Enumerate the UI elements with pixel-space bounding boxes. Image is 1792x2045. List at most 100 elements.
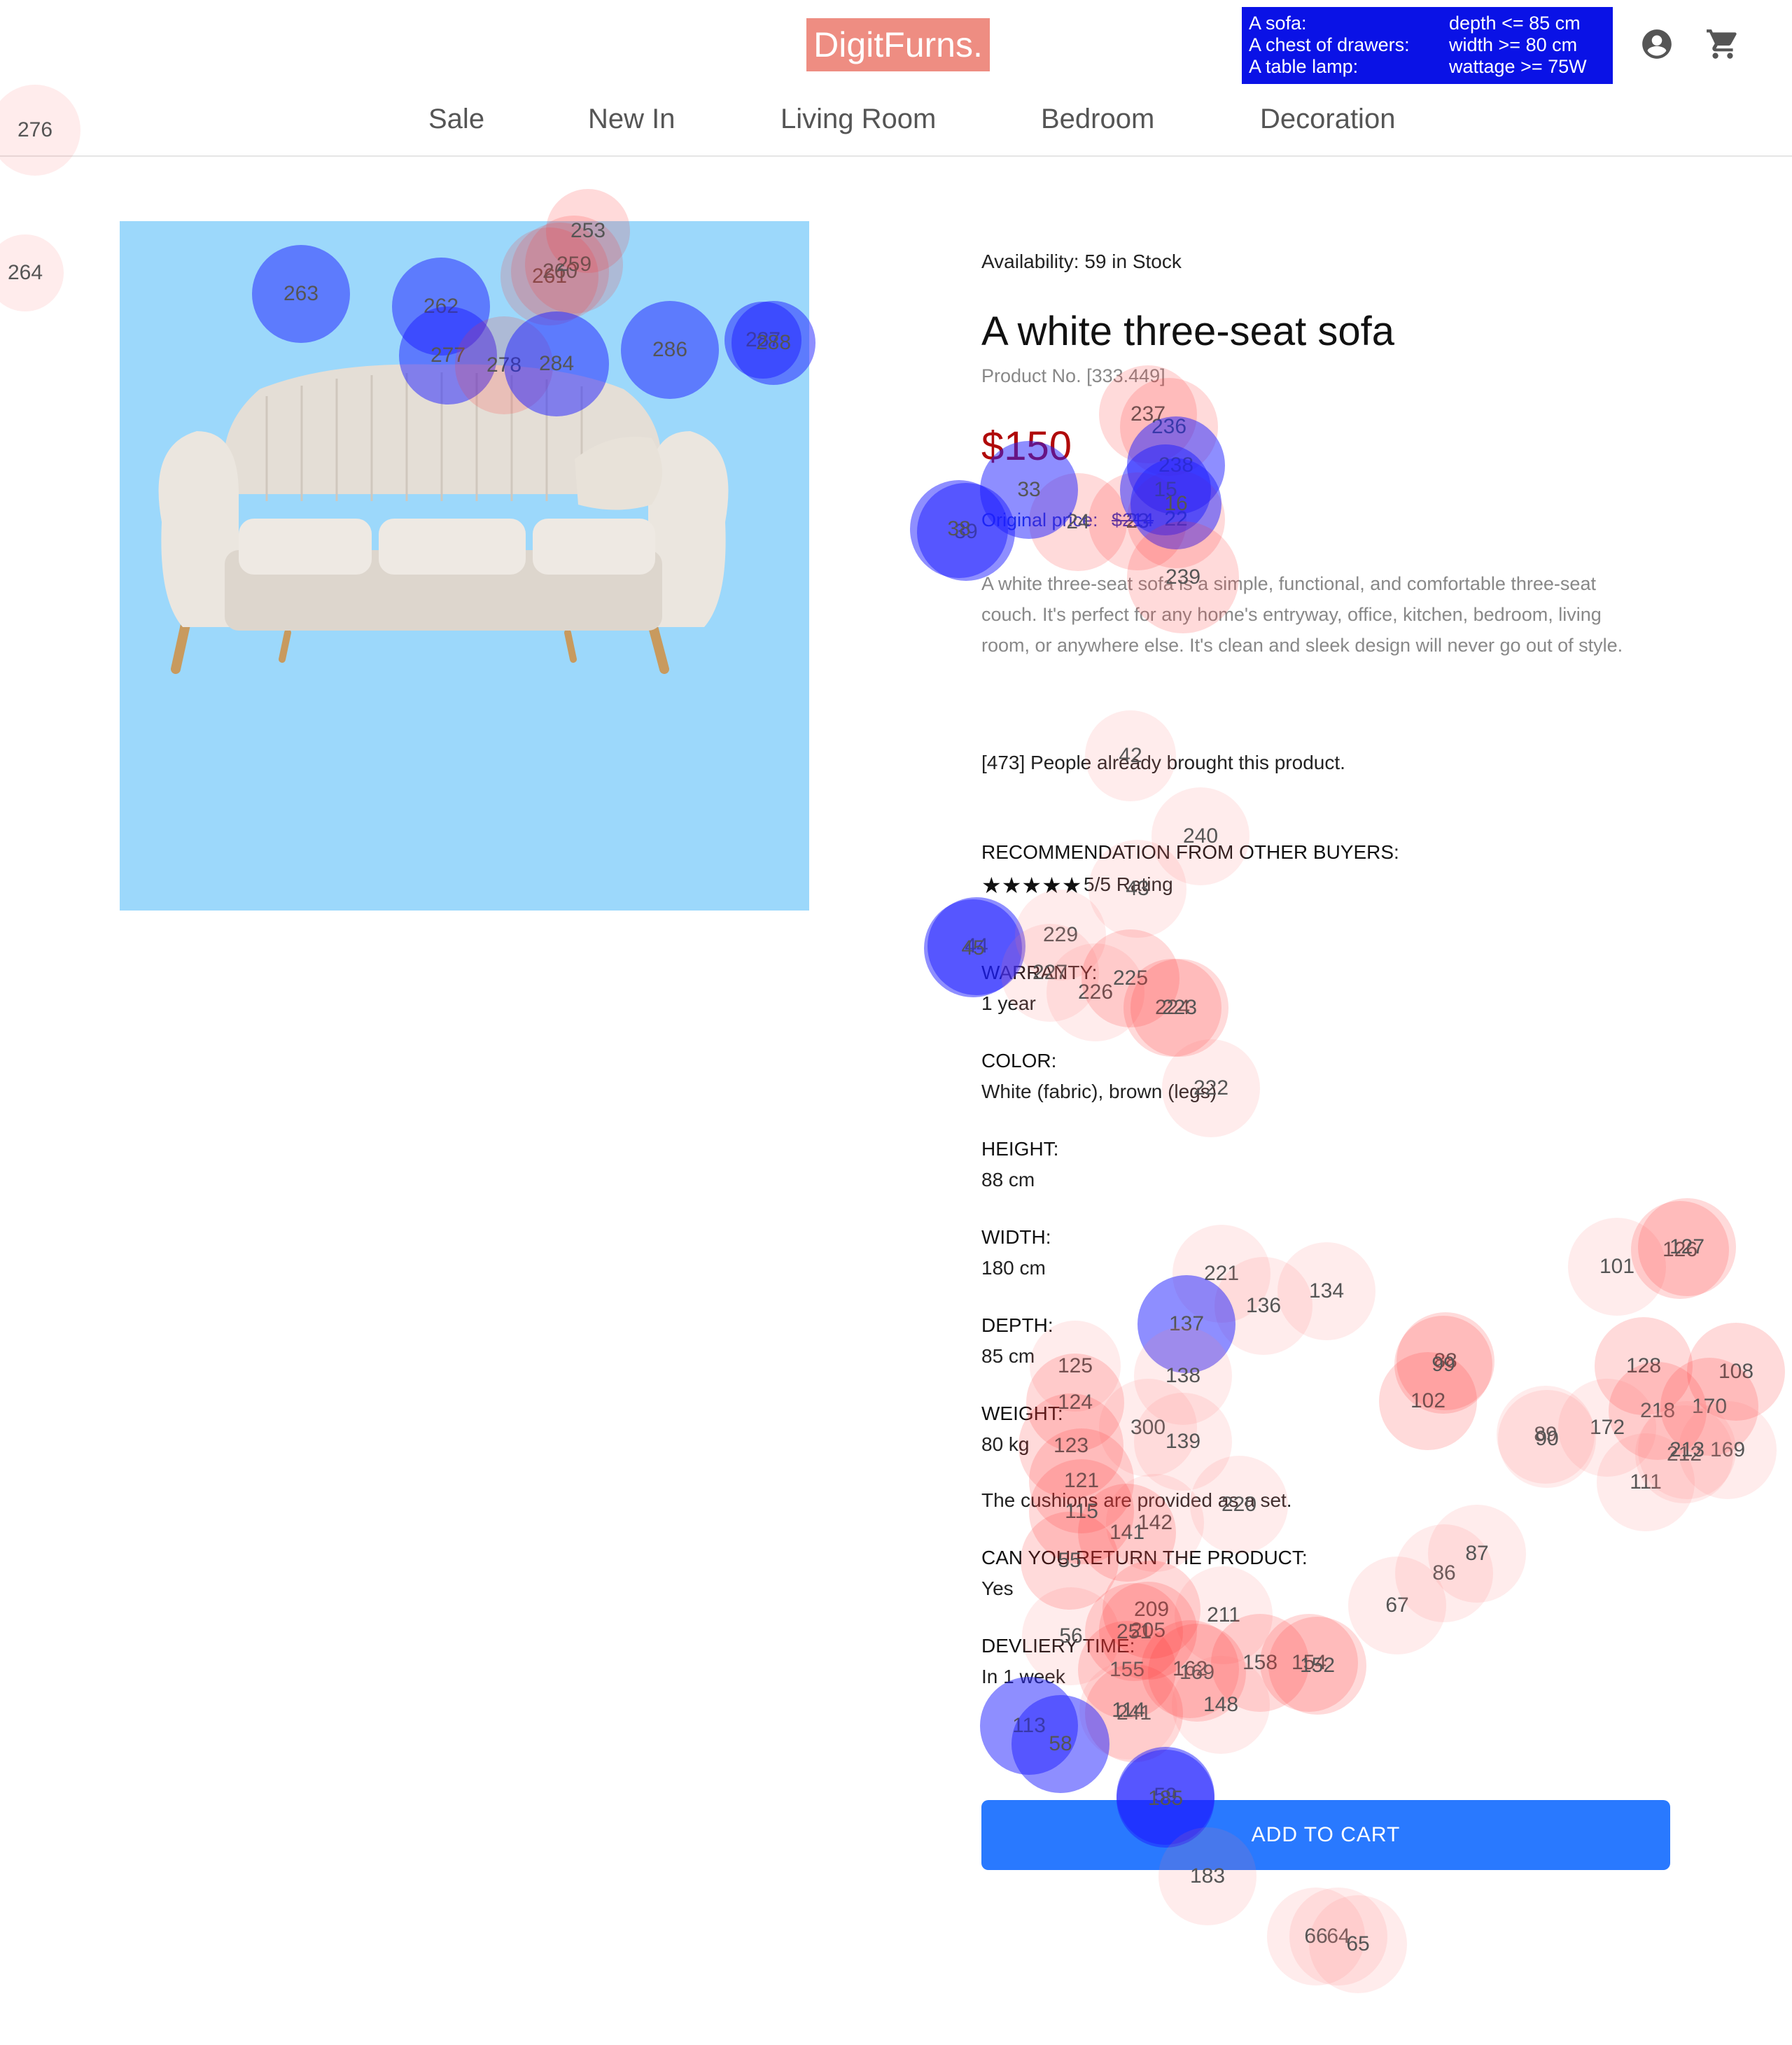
- gaze-marker: 169: [1148, 1624, 1246, 1722]
- spec-label-depth: DEPTH:: [981, 1314, 1054, 1336]
- sofa-illustration: [158, 364, 729, 674]
- purchase-count: [473] People already brought this produc…: [981, 752, 1345, 773]
- gaze-marker: 58: [1011, 1695, 1110, 1793]
- gaze-marker: 238: [1127, 416, 1225, 514]
- product-description: A white three-seat sofa is a simple, fun…: [981, 573, 1623, 656]
- gaze-marker: 64: [1289, 1888, 1387, 1986]
- gaze-marker: 224: [1124, 959, 1222, 1057]
- gaze-marker: 138: [1134, 1327, 1232, 1425]
- site-logo[interactable]: DigitFurns.: [806, 18, 990, 71]
- account-circle-icon[interactable]: [1639, 27, 1674, 62]
- spec-label-height: HEIGHT:: [981, 1138, 1059, 1160]
- gaze-marker: 121: [1029, 1428, 1134, 1533]
- gaze-marker: 251: [1085, 1583, 1183, 1681]
- requirement-item: A chest of drawers:: [1249, 34, 1410, 55]
- spec-label-color: COLOR:: [981, 1050, 1057, 1071]
- product-number: Product No. [333.449]: [981, 365, 1166, 386]
- gaze-marker: 154: [1260, 1614, 1358, 1712]
- gaze-marker: 241: [1085, 1664, 1183, 1762]
- spec-value-width: 180 cm: [981, 1257, 1046, 1279]
- gaze-marker: 108: [1687, 1323, 1785, 1421]
- gaze-marker: 102: [1379, 1352, 1477, 1450]
- gaze-marker: 226: [1046, 943, 1144, 1041]
- spec-value-depth: 85 cm: [981, 1345, 1035, 1367]
- gaze-marker: 127: [1638, 1198, 1736, 1296]
- recommendation-label: RECOMMENDATION FROM OTHER BUYERS:: [981, 841, 1399, 863]
- rating-text: 5/5 Rating: [1084, 873, 1173, 895]
- gaze-marker: 152: [1268, 1617, 1366, 1715]
- nav-item-bedroom[interactable]: Bedroom: [1041, 104, 1154, 135]
- gaze-marker: 65: [1309, 1895, 1407, 1993]
- gaze-marker: 99: [1394, 1316, 1492, 1414]
- gaze-marker: 211: [1175, 1566, 1273, 1664]
- gaze-marker: 218: [1609, 1362, 1707, 1460]
- requirement-condition: width >= 80 cm: [1449, 34, 1578, 55]
- nav-item-living-room[interactable]: Living Room: [780, 104, 936, 135]
- gaze-marker: 169: [1679, 1401, 1777, 1499]
- task-requirements-box: A sofa: depth <= 85 cm A chest of drawer…: [1242, 7, 1613, 84]
- nav-item-decoration[interactable]: Decoration: [1260, 104, 1395, 135]
- gaze-marker: 39: [917, 483, 1015, 581]
- main-nav: Sale New In Living Room Bedroom Decorati…: [0, 98, 1792, 157]
- requirement-row: A sofa: depth <= 85 cm: [1249, 13, 1606, 34]
- gaze-marker: 67: [1348, 1556, 1446, 1654]
- delivery-label: DEVLIERY TIME:: [981, 1635, 1135, 1657]
- product-title: A white three-seat sofa: [981, 309, 1394, 354]
- rating-stars: ★★★★★: [981, 873, 1082, 898]
- gaze-marker: 158: [1211, 1614, 1309, 1712]
- gaze-marker: 16: [1130, 458, 1222, 549]
- product-price: $150: [981, 423, 1072, 469]
- gaze-marker: 88: [1396, 1312, 1494, 1410]
- gaze-marker: 236: [1120, 378, 1218, 476]
- gaze-marker: 205: [1099, 1582, 1197, 1680]
- gaze-marker: 101: [1568, 1218, 1666, 1316]
- original-price-label: Original price:: [981, 510, 1098, 530]
- requirement-row: A table lamp: wattage >= 75W: [1249, 56, 1606, 78]
- cushions-note: The cushions are provided as a set.: [981, 1489, 1292, 1511]
- spec-label-weight: WEIGHT:: [981, 1403, 1063, 1424]
- gaze-marker: 148: [1172, 1656, 1270, 1754]
- gaze-marker: 170: [1660, 1358, 1758, 1456]
- spec-label-warranty: WARRANTY:: [981, 962, 1098, 983]
- gaze-marker: 212: [1635, 1405, 1733, 1503]
- gaze-marker: 86: [1395, 1524, 1493, 1622]
- original-price: $214: [1112, 510, 1154, 530]
- nav-item-new-in[interactable]: New In: [588, 104, 676, 135]
- gaze-marker: 172: [1558, 1379, 1656, 1477]
- spec-value-height: 88 cm: [981, 1169, 1035, 1190]
- gaze-marker: 213: [1638, 1401, 1736, 1499]
- spec-value-warranty: 1 year: [981, 992, 1036, 1014]
- gaze-marker: 221: [1172, 1225, 1270, 1323]
- gaze-marker: 111: [1597, 1433, 1695, 1531]
- requirement-item: A sofa:: [1249, 13, 1307, 34]
- gaze-marker: 89: [1497, 1386, 1595, 1484]
- gaze-marker: 136: [1214, 1257, 1312, 1355]
- delivery-value: In 1 week: [981, 1666, 1065, 1687]
- product-image: [120, 221, 809, 911]
- spec-value-weight: 80 kg: [981, 1433, 1030, 1455]
- add-to-cart-button[interactable]: ADD TO CART: [981, 1800, 1670, 1870]
- shopping-cart-icon[interactable]: [1705, 27, 1740, 62]
- gaze-marker: 134: [1278, 1242, 1376, 1340]
- gaze-marker: 162: [1141, 1620, 1239, 1718]
- gaze-marker: 128: [1595, 1317, 1693, 1415]
- gaze-marker: 66: [1267, 1888, 1365, 1986]
- gaze-marker: 137: [1138, 1275, 1236, 1373]
- gaze-marker: 90: [1498, 1390, 1596, 1488]
- requirement-row: A chest of drawers: width >= 80 cm: [1249, 34, 1606, 56]
- requirement-condition: depth <= 85 cm: [1449, 13, 1581, 34]
- gaze-marker: 126: [1631, 1201, 1729, 1299]
- gaze-marker: 87: [1428, 1505, 1526, 1603]
- return-value: Yes: [981, 1577, 1014, 1599]
- spec-value-color: White (fabric), brown (legs): [981, 1081, 1217, 1102]
- spec-label-width: WIDTH:: [981, 1226, 1051, 1248]
- gaze-marker: 300: [1099, 1379, 1197, 1477]
- requirement-item: A table lamp:: [1249, 56, 1359, 77]
- gaze-marker: 113: [980, 1677, 1078, 1775]
- availability-text: Availability: 59 in Stock: [981, 251, 1182, 272]
- gaze-marker: 223: [1130, 959, 1228, 1057]
- gaze-marker: 139: [1134, 1393, 1232, 1491]
- return-label: CAN YOU RETURN THE PRODUCT:: [981, 1547, 1308, 1568]
- nav-item-sale[interactable]: Sale: [428, 104, 484, 135]
- requirement-condition: wattage >= 75W: [1449, 56, 1587, 77]
